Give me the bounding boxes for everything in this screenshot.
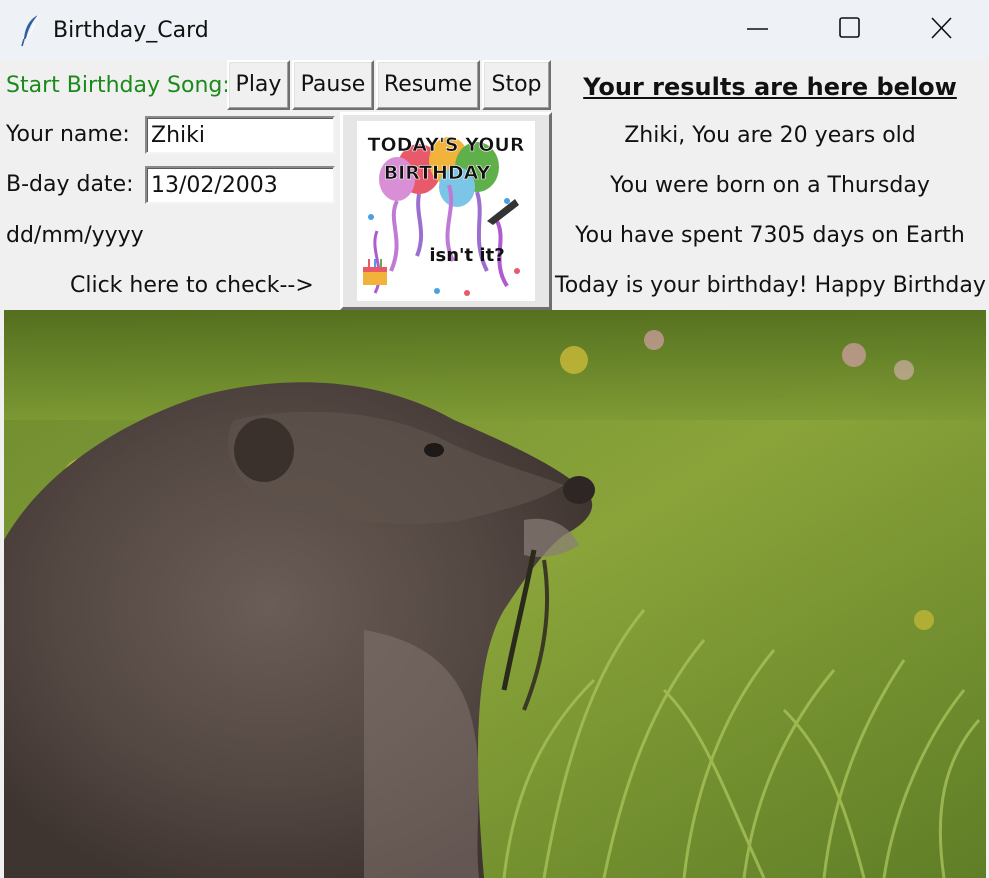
name-label: Your name: (6, 122, 130, 147)
maximize-icon (839, 17, 860, 38)
marmot-in-grass-image (4, 310, 986, 878)
check-label: Click here to check--> (70, 273, 314, 298)
birthday-card-image: TODAY'S YOUR BIRTHDAY isn't it? (357, 121, 535, 301)
pause-button[interactable]: Pause (292, 60, 374, 110)
card-text-line1: TODAY'S YOUR (368, 134, 525, 156)
result-days: You have spent 7305 days on Earth (575, 223, 965, 248)
minimize-button[interactable] (711, 0, 803, 58)
main-content: Start Birthday Song: Play Pause Resume S… (0, 60, 989, 878)
result-age: Zhiki, You are 20 years old (624, 123, 916, 148)
date-format-hint: dd/mm/yyyy (6, 223, 144, 248)
window-title: Birthday_Card (53, 18, 209, 43)
balloons-image: TODAY'S YOUR BIRTHDAY isn't it? (357, 121, 535, 301)
results-title: Your results are here below (583, 73, 957, 101)
play-button[interactable]: Play (227, 60, 290, 110)
app-window: Birthday_Card Start Birthday Song: Play … (0, 0, 989, 878)
stop-button[interactable]: Stop (482, 60, 551, 110)
result-weekday: You were born on a Thursday (610, 173, 930, 198)
close-button[interactable] (895, 0, 987, 58)
check-birthday-button[interactable]: TODAY'S YOUR BIRTHDAY isn't it? (340, 112, 552, 310)
title-bar: Birthday_Card (0, 0, 989, 60)
card-text-line3: isn't it? (429, 245, 504, 266)
song-label: Start Birthday Song: (6, 73, 230, 98)
marmot-photo (4, 310, 986, 878)
bday-input[interactable] (145, 166, 335, 204)
minimize-icon (747, 28, 768, 30)
maximize-button[interactable] (803, 0, 895, 58)
feather-icon (21, 14, 39, 47)
close-icon (931, 17, 952, 39)
result-message: Today is your birthday! Happy Birthday! (555, 273, 989, 298)
bday-label: B-day date: (6, 172, 134, 197)
card-text-line2: BIRTHDAY (384, 162, 491, 184)
resume-button[interactable]: Resume (376, 60, 480, 110)
name-input[interactable] (145, 116, 335, 154)
